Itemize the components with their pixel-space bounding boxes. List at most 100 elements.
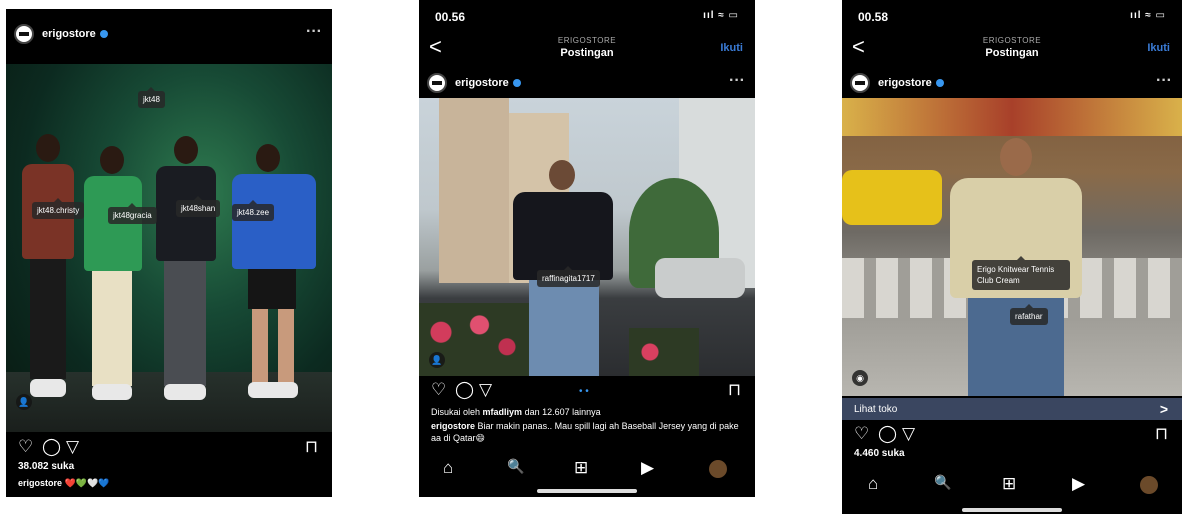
- page-title: Postingan: [560, 47, 614, 59]
- post-photo[interactable]: jkt48 jkt48.christy jkt48gracia jkt48sha…: [6, 64, 332, 432]
- caption: erigostore Biar makin panas.. Mau spill …: [431, 420, 743, 444]
- post-header: erigostore ···: [419, 68, 755, 98]
- home-indicator: [962, 508, 1062, 512]
- chevron-right-icon[interactable]: >: [1160, 401, 1168, 417]
- verified-badge-icon: [512, 79, 521, 88]
- signal-icon: ııl ≈ ▭: [703, 10, 739, 21]
- view-shop-bar[interactable]: Lihat toko >: [842, 398, 1182, 420]
- product-tag[interactable]: jkt48shan: [176, 196, 221, 217]
- share-icon[interactable]: ▽: [479, 380, 492, 400]
- status-bar: 00.58 ııl ≈ ▭: [842, 0, 1182, 30]
- post-header: erigostore ···: [6, 19, 332, 49]
- status-time: 00.58: [858, 10, 889, 24]
- verified-badge-icon: [935, 79, 944, 88]
- share-icon[interactable]: ▽: [902, 424, 915, 444]
- likes-count[interactable]: 38.082 suka: [18, 461, 74, 472]
- user-tag-icon[interactable]: ◉: [852, 370, 868, 386]
- nav-bar: < ERIGOSTORE Postingan Ikuti: [419, 30, 755, 66]
- person-2: [80, 146, 144, 416]
- action-bar: ♡ ◯ ▽ ⊓: [842, 422, 1182, 448]
- status-time: 00.56: [435, 10, 466, 24]
- nav-store-label: ERIGOSTORE: [557, 36, 617, 45]
- comment-icon[interactable]: ◯: [878, 424, 897, 444]
- status-bar: 00.56 ııl ≈ ▭: [419, 0, 755, 30]
- comment-icon[interactable]: ◯: [42, 437, 61, 457]
- follow-button[interactable]: Ikuti: [1147, 42, 1170, 54]
- caption-text: Biar makin panas.. Mau spill lagi ah Bas…: [431, 421, 739, 443]
- profile-avatar[interactable]: [1140, 476, 1158, 494]
- signal-icon: ııl ≈ ▭: [1130, 10, 1166, 21]
- billboard-sign: [842, 98, 1182, 136]
- liked-by-prefix: Disukai oleh: [431, 407, 481, 417]
- heart-icon[interactable]: ♡: [431, 380, 446, 400]
- heart-icon[interactable]: ♡: [18, 437, 33, 457]
- instagram-post-screen-1: erigostore ··· jkt48 jkt48.christy jkt48…: [6, 9, 332, 497]
- product-tag[interactable]: jkt48.zee: [232, 200, 275, 221]
- nav-store-label: ERIGOSTORE: [982, 36, 1042, 45]
- yellow-taxi: [842, 170, 942, 225]
- username[interactable]: erigostore: [878, 77, 944, 89]
- nav-bar: < ERIGOSTORE Postingan Ikuti: [842, 30, 1182, 66]
- user-tag-icon[interactable]: 👤: [16, 394, 32, 410]
- add-post-icon[interactable]: ⊞: [1002, 474, 1016, 494]
- product-tag[interactable]: jkt48.christy: [32, 198, 85, 219]
- liked-by: Disukai oleh mfadliym dan 12.607 lainnya: [431, 406, 743, 418]
- more-options-icon[interactable]: ···: [729, 72, 745, 90]
- profile-avatar[interactable]: [709, 460, 727, 478]
- product-tag[interactable]: Erigo Knitwear Tennis Club Cream: [972, 256, 1070, 290]
- avatar[interactable]: [850, 73, 870, 93]
- action-bar: ♡ ◯ ▽ ⊓: [6, 435, 332, 461]
- save-icon[interactable]: ⊓: [728, 380, 741, 400]
- reels-icon[interactable]: ▶: [641, 458, 654, 478]
- username[interactable]: erigostore: [42, 28, 108, 40]
- view-shop-label[interactable]: Lihat toko: [854, 404, 897, 415]
- person-1: [18, 134, 76, 414]
- home-indicator: [537, 489, 637, 493]
- avatar[interactable]: [427, 73, 447, 93]
- search-icon[interactable]: 🔍: [507, 458, 524, 475]
- likes-count[interactable]: 4.460 suka: [854, 448, 905, 459]
- caption-user[interactable]: erigostore: [18, 478, 62, 488]
- more-options-icon[interactable]: ···: [306, 23, 322, 41]
- liked-by-user[interactable]: mfadliym: [483, 407, 523, 417]
- tab-bar: ⌂ 🔍 ⊞ ▶: [419, 452, 755, 488]
- car: [655, 258, 745, 298]
- avatar[interactable]: [14, 24, 34, 44]
- home-icon[interactable]: ⌂: [443, 458, 453, 478]
- flower-bed: [629, 328, 699, 376]
- post-header: erigostore ···: [842, 68, 1182, 98]
- caption-emoji: ❤️💚🤍💙: [64, 478, 110, 488]
- instagram-post-screen-2: 00.56 ııl ≈ ▭ < ERIGOSTORE Postingan Iku…: [419, 0, 755, 497]
- add-post-icon[interactable]: ⊞: [574, 458, 588, 478]
- heart-icon[interactable]: ♡: [854, 424, 869, 444]
- reels-icon[interactable]: ▶: [1072, 474, 1085, 494]
- home-icon[interactable]: ⌂: [868, 474, 878, 494]
- caption: erigostore ❤️💚🤍💙: [18, 477, 320, 489]
- carousel-dots-icon: • •: [579, 386, 589, 397]
- caption-user[interactable]: erigostore: [431, 421, 475, 431]
- page-title: Postingan: [985, 47, 1039, 59]
- action-bar: ♡ ◯ ▽ • • ⊓: [419, 378, 755, 404]
- share-icon[interactable]: ▽: [66, 437, 79, 457]
- verified-badge-icon: [99, 30, 108, 39]
- liked-by-suffix[interactable]: dan 12.607 lainnya: [525, 407, 601, 417]
- search-icon[interactable]: 🔍: [934, 474, 951, 491]
- save-icon[interactable]: ⊓: [305, 437, 318, 457]
- post-photo[interactable]: raffinagita1717 👤: [419, 98, 755, 376]
- building: [439, 98, 509, 283]
- tab-bar: ⌂ 🔍 ⊞ ▶: [842, 468, 1182, 504]
- product-tag[interactable]: jkt48gracia: [108, 203, 157, 224]
- save-icon[interactable]: ⊓: [1155, 424, 1168, 444]
- follow-button[interactable]: Ikuti: [720, 42, 743, 54]
- username[interactable]: erigostore: [455, 77, 521, 89]
- product-tag[interactable]: raffinagita1717: [537, 266, 600, 287]
- instagram-post-screen-3: 00.58 ııl ≈ ▭ < ERIGOSTORE Postingan Iku…: [842, 0, 1182, 514]
- person-4: [228, 144, 320, 414]
- product-tag[interactable]: rafathar: [1010, 304, 1048, 325]
- comment-icon[interactable]: ◯: [455, 380, 474, 400]
- product-tag[interactable]: jkt48: [138, 87, 165, 108]
- person-3: [152, 136, 218, 416]
- more-options-icon[interactable]: ···: [1156, 72, 1172, 90]
- post-photo[interactable]: Erigo Knitwear Tennis Club Cream rafatha…: [842, 98, 1182, 396]
- user-tag-icon[interactable]: 👤: [429, 352, 445, 368]
